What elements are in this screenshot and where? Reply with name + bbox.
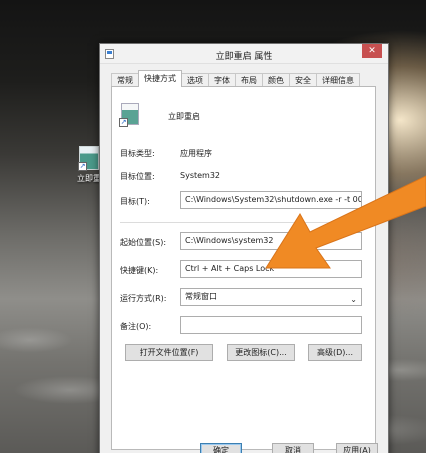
- shortcut-name: 立即重启: [168, 112, 200, 121]
- advanced-button[interactable]: 高级(D)...: [308, 344, 362, 361]
- title-bar[interactable]: 立即重启 属性 ✕: [100, 44, 388, 64]
- chevron-down-icon: ⌄: [350, 295, 357, 304]
- tab-shortcut[interactable]: 快捷方式: [138, 70, 182, 87]
- shortcut-arrow-icon: ↗: [78, 162, 87, 171]
- target-type-value: 应用程序: [180, 149, 212, 158]
- tab-layout[interactable]: 布局: [235, 73, 263, 87]
- open-file-location-button[interactable]: 打开文件位置(F): [125, 344, 213, 361]
- cancel-button[interactable]: 取消: [272, 443, 314, 453]
- shortcut-large-icon: ↗: [119, 103, 139, 127]
- start-in-label: 起始位置(S):: [120, 238, 167, 247]
- target-location-value: System32: [180, 171, 221, 180]
- comment-label: 备注(O):: [120, 322, 152, 331]
- target-label: 目标(T):: [120, 197, 150, 206]
- comment-input[interactable]: [180, 316, 362, 334]
- target-location-label: 目标位置:: [120, 172, 155, 181]
- target-type-label: 目标类型:: [120, 149, 155, 158]
- tab-colors[interactable]: 颜色: [262, 73, 290, 87]
- tab-general[interactable]: 常规: [111, 73, 139, 87]
- window-title: 立即重启 属性: [215, 52, 273, 62]
- shortcut-overlay-icon: ↗: [119, 118, 128, 127]
- shortcut-file-icon: ↗: [78, 146, 99, 171]
- run-label: 运行方式(R):: [120, 294, 167, 303]
- tab-strip: 常规 快捷方式 选项 字体 布局 颜色 安全 详细信息: [111, 70, 360, 87]
- close-button[interactable]: ✕: [362, 44, 382, 58]
- run-select-value: 常规窗口: [185, 292, 217, 301]
- hotkey-label: 快捷键(K):: [120, 266, 159, 275]
- shortcut-tab-panel: ↗ 立即重启 目标类型: 应用程序 目标位置: System32 目标(T): …: [111, 86, 376, 450]
- tab-details[interactable]: 详细信息: [316, 73, 360, 87]
- change-icon-button[interactable]: 更改图标(C)...: [227, 344, 295, 361]
- tab-options[interactable]: 选项: [181, 73, 209, 87]
- start-in-input[interactable]: C:\Windows\system32: [180, 232, 362, 250]
- ok-button[interactable]: 确定: [200, 443, 242, 453]
- tab-font[interactable]: 字体: [208, 73, 236, 87]
- run-select[interactable]: 常规窗口 ⌄: [180, 288, 362, 306]
- divider: [120, 222, 367, 223]
- properties-dialog: 立即重启 属性 ✕ 常规 快捷方式 选项 字体 布局 颜色 安全 详细信息 ↗ …: [99, 43, 389, 453]
- target-input[interactable]: C:\Windows\System32\shutdown.exe -r -t 0…: [180, 191, 362, 209]
- tab-security[interactable]: 安全: [289, 73, 317, 87]
- hotkey-input[interactable]: Ctrl + Alt + Caps Lock: [180, 260, 362, 278]
- apply-button[interactable]: 应用(A): [336, 443, 378, 453]
